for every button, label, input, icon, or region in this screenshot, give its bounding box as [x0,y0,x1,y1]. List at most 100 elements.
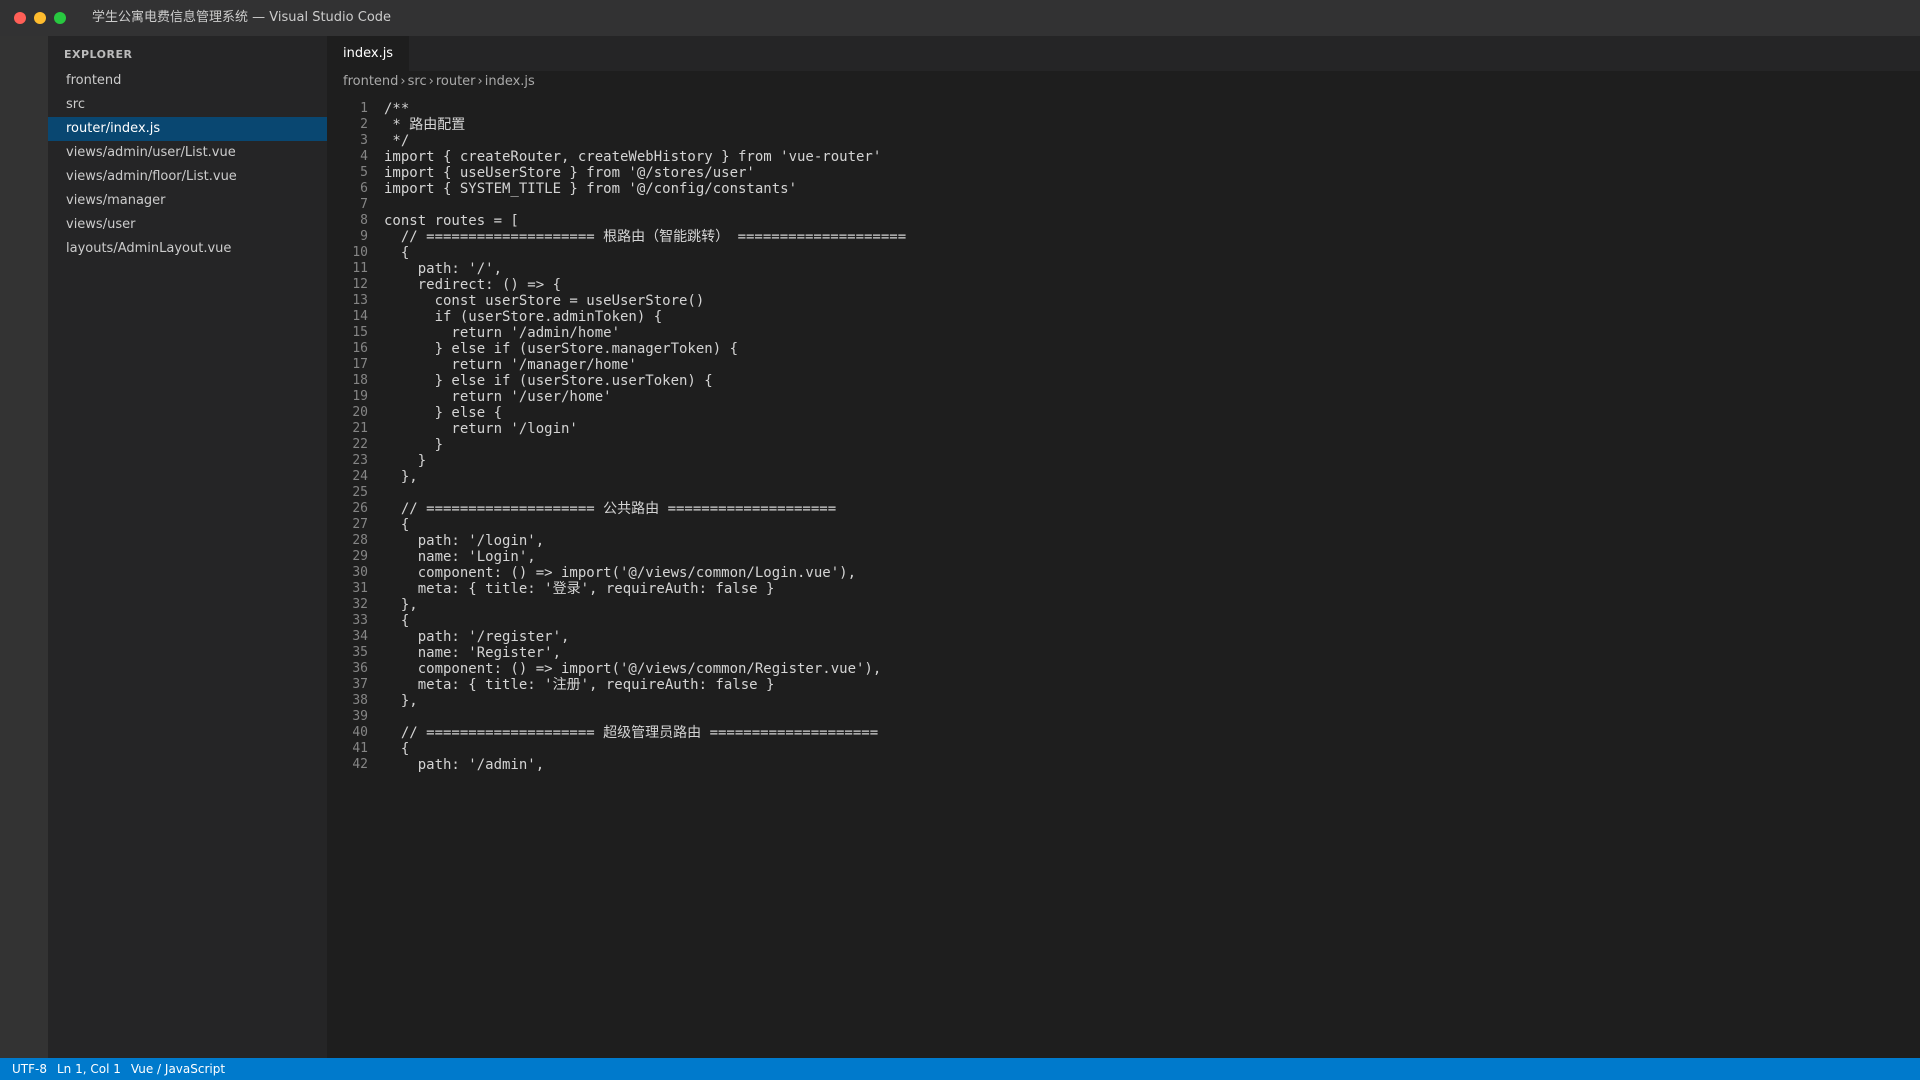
code-text: component: () => import('@/views/common/… [384,565,857,581]
code-text: path: '/', [384,261,503,277]
code-text: return '/manager/home' [384,357,637,373]
code-text: }, [384,693,418,709]
code-line: 15 return '/admin/home' [327,325,1920,341]
code-line: 18 } else if (userStore.userToken) { [327,373,1920,389]
minimize-window-icon[interactable] [34,12,46,24]
code-text: */ [384,133,410,149]
code-line: 20 } else { [327,405,1920,421]
code-text: path: '/register', [384,629,570,645]
line-number: 4 [360,149,368,164]
title-bar: 学生公寓电费信息管理系统 — Visual Studio Code [0,0,1920,36]
line-number: 30 [352,565,368,580]
tab-index-js[interactable]: index.js [327,36,410,71]
breadcrumb-separator-icon: › [428,74,434,89]
code-text: // ==================== 公共路由 ===========… [384,501,837,517]
code-line: 11 path: '/', [327,261,1920,277]
code-line: 38 }, [327,693,1920,709]
code-editor[interactable]: 1/** 2 * 路由配置 3 */4 import { createRouter, … [327,101,1920,773]
code-text: } else if (userStore.userToken) { [384,373,713,389]
code-line: 25 [327,485,1920,501]
status-item[interactable]: Ln 1, Col 1 [52,1058,126,1080]
file-item[interactable]: views/manager [48,189,327,213]
code-text: { [384,613,410,629]
code-text: import { SYSTEM_TITLE } from '@/config/c… [384,181,798,197]
line-number: 37 [352,677,368,692]
file-item[interactable]: views/admin/floor/List.vue [48,165,327,189]
status-item[interactable]: Vue / JavaScript [126,1058,230,1080]
line-number: 10 [352,245,368,260]
file-item[interactable]: frontend [48,69,327,93]
line-number: 16 [352,341,368,356]
code-line: 13 const userStore = useUserStore() [327,293,1920,309]
code-line: 29 name: 'Login', [327,549,1920,565]
line-number: 26 [352,501,368,516]
code-line: 5 import { useUserStore } from '@/stores/… [327,165,1920,181]
editor-area: index.js frontend › src › router › index.js 1/… [327,36,1920,1058]
code-text: import { createRouter, createWebHistory … [384,149,882,165]
file-item[interactable]: views/admin/user/List.vue [48,141,327,165]
line-number: 28 [352,533,368,548]
breadcrumb-item[interactable]: index.js [485,74,535,89]
code-text: /** [384,101,410,117]
code-line: 36 component: () => import('@/views/comm… [327,661,1920,677]
line-number: 36 [352,661,368,676]
code-text: const userStore = useUserStore() [384,293,705,309]
breadcrumb-separator-icon: › [477,74,483,89]
code-text: path: '/login', [384,533,545,549]
code-line: 26 // ==================== 公共路由 ========… [327,501,1920,517]
code-text: { [384,245,410,261]
code-text: const routes = [ [384,213,519,229]
file-item[interactable]: router/index.js [48,117,327,141]
code-line: 24 }, [327,469,1920,485]
line-number: 20 [352,405,368,420]
line-number: 24 [352,469,368,484]
line-number: 25 [352,485,368,500]
maximize-window-icon[interactable] [54,12,66,24]
code-line: 4 import { createRouter, createWebHistory… [327,149,1920,165]
code-text: import { useUserStore } from '@/stores/u… [384,165,755,181]
line-number: 21 [352,421,368,436]
code-text: meta: { title: '登录', requireAuth: false … [384,581,775,597]
tab-bar: index.js [327,36,1920,71]
line-number: 41 [352,741,368,756]
close-window-icon[interactable] [14,12,26,24]
line-number: 8 [360,213,368,228]
code-line: 17 return '/manager/home' [327,357,1920,373]
code-line: 7 [327,197,1920,213]
file-item[interactable]: layouts/AdminLayout.vue [48,237,327,261]
code-line: 42 path: '/admin', [327,757,1920,773]
file-item[interactable]: views/user [48,213,327,237]
status-item[interactable]: UTF-8 [7,1058,52,1080]
line-number: 31 [352,581,368,596]
line-number: 7 [360,197,368,212]
line-number: 19 [352,389,368,404]
line-number: 18 [352,373,368,388]
explorer-sidebar: EXPLORER frontend src router/index.js views… [48,36,327,1058]
line-number: 33 [352,613,368,628]
activity-bar [0,36,48,1058]
breadcrumb-item[interactable]: frontend [343,74,398,89]
line-number: 1 [360,101,368,116]
code-line: 35 name: 'Register', [327,645,1920,661]
code-line: 27 { [327,517,1920,533]
line-number: 32 [352,597,368,612]
code-line: 39 [327,709,1920,725]
code-line: 14 if (userStore.adminToken) { [327,309,1920,325]
code-line: 34 path: '/register', [327,629,1920,645]
line-number: 23 [352,453,368,468]
code-text: return '/login' [384,421,578,437]
code-text: // ==================== 超级管理员路由 ========… [384,725,879,741]
code-line: 21 return '/login' [327,421,1920,437]
code-line: 16 } else if (userStore.managerToken) { [327,341,1920,357]
window-title: 学生公寓电费信息管理系统 — Visual Studio Code [92,10,392,25]
explorer-title: EXPLORER [64,48,133,61]
breadcrumb-item[interactable]: router [436,74,476,89]
code-text: } else { [384,405,503,421]
file-item[interactable]: src [48,93,327,117]
breadcrumb-separator-icon: › [400,74,406,89]
code-line: 37 meta: { title: '注册', requireAuth: fal… [327,677,1920,693]
code-line: 31 meta: { title: '登录', requireAuth: fal… [327,581,1920,597]
breadcrumb-item[interactable]: src [408,74,427,89]
code-text: name: 'Login', [384,549,536,565]
code-line: 28 path: '/login', [327,533,1920,549]
